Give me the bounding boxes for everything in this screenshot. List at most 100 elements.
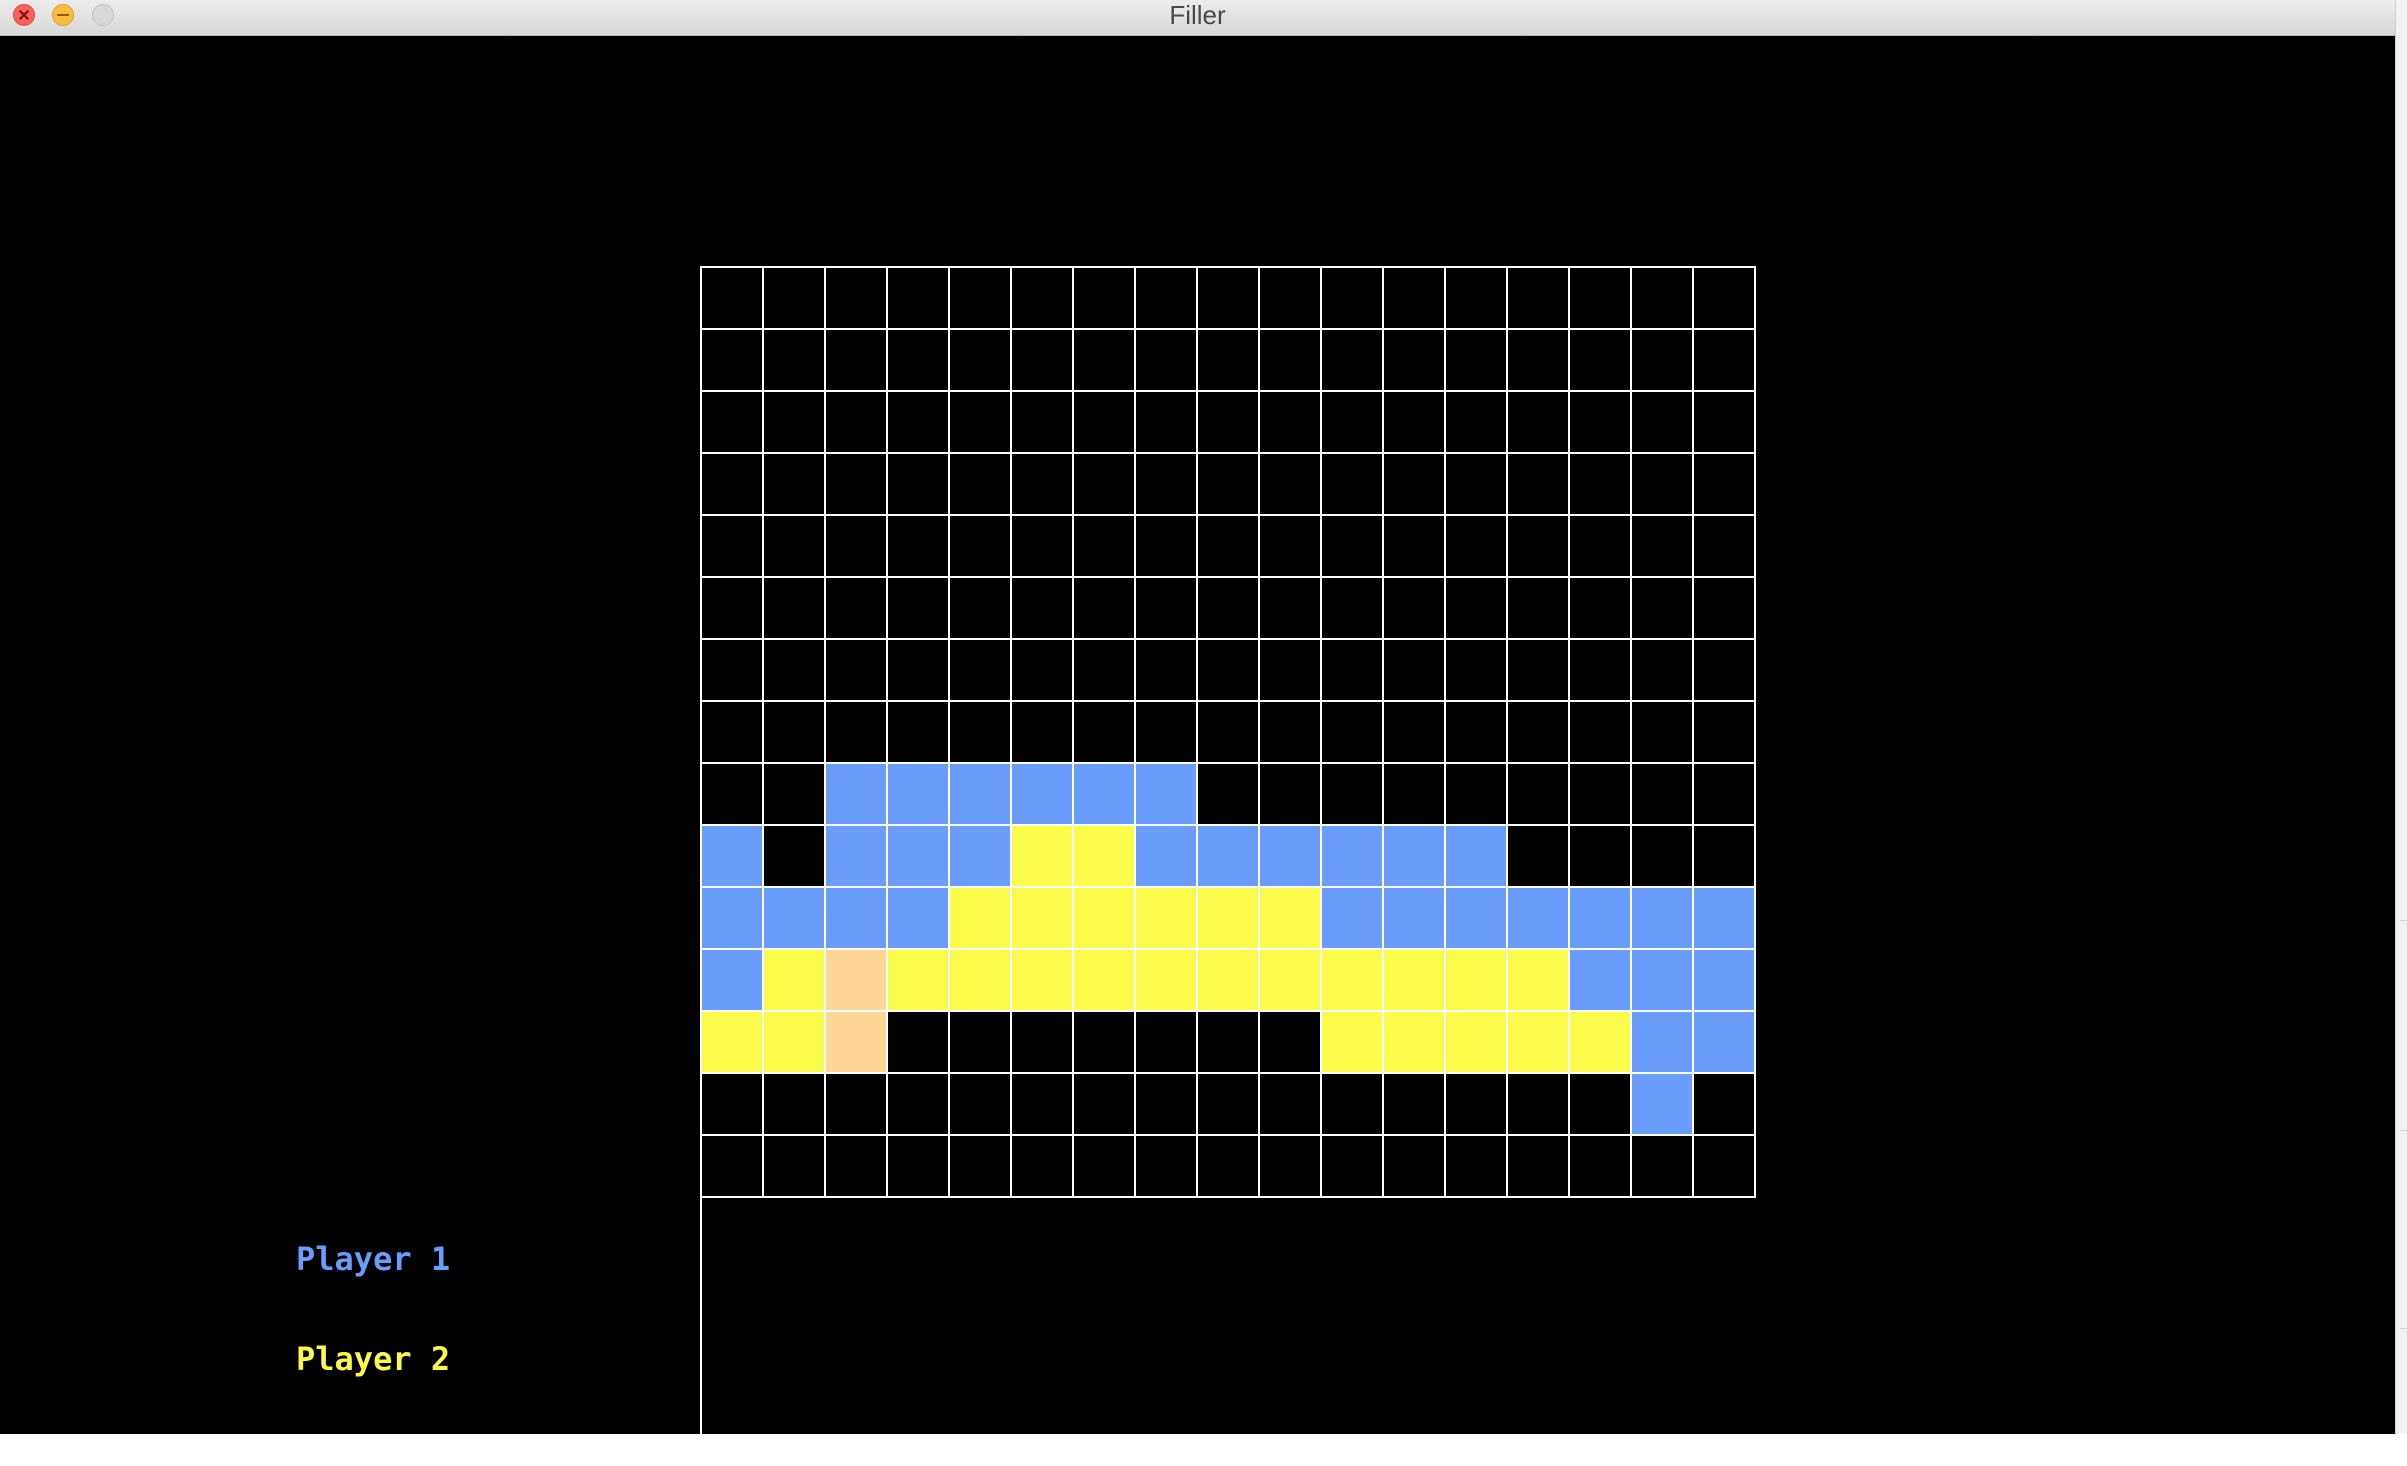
right-window-edge <box>2395 0 2407 1434</box>
cell-empty <box>1012 516 1074 578</box>
cell-empty <box>1012 1012 1074 1074</box>
cell-player1 <box>1322 888 1384 950</box>
cell-player1 <box>888 764 950 826</box>
cell-empty <box>1632 1136 1694 1198</box>
cell-player1 <box>1322 826 1384 888</box>
cell-empty <box>764 516 826 578</box>
cell-empty <box>1694 578 1756 640</box>
cell-empty <box>702 702 764 764</box>
cell-empty <box>1446 516 1508 578</box>
cell-empty <box>950 640 1012 702</box>
cell-player2 <box>1198 950 1260 1012</box>
cell-empty <box>1322 392 1384 454</box>
cell-empty <box>1322 578 1384 640</box>
cell-empty <box>1012 702 1074 764</box>
cell-empty <box>826 516 888 578</box>
cell-empty <box>1322 764 1384 826</box>
cell-empty <box>888 578 950 640</box>
cell-empty <box>1198 702 1260 764</box>
cell-empty <box>1694 640 1756 702</box>
cell-empty <box>1446 764 1508 826</box>
cell-empty <box>1570 516 1632 578</box>
cell-empty <box>1632 702 1694 764</box>
cell-player1 <box>1074 764 1136 826</box>
cell-empty <box>1136 1136 1198 1198</box>
cell-player1 <box>702 950 764 1012</box>
cell-player1 <box>702 888 764 950</box>
cell-empty <box>1012 1136 1074 1198</box>
cell-empty <box>1632 640 1694 702</box>
cell-empty <box>1012 578 1074 640</box>
cell-empty <box>1694 1074 1756 1136</box>
cell-player1 <box>1446 826 1508 888</box>
cell-empty <box>1508 330 1570 392</box>
cell-empty <box>764 578 826 640</box>
cell-empty <box>888 1074 950 1136</box>
cell-player2 <box>1508 1012 1570 1074</box>
cell-empty <box>764 454 826 516</box>
cell-empty <box>1260 764 1322 826</box>
cell-empty <box>1260 454 1322 516</box>
cell-empty <box>1260 640 1322 702</box>
cell-empty <box>1136 702 1198 764</box>
cell-empty <box>1384 454 1446 516</box>
cell-empty <box>1570 826 1632 888</box>
cell-empty <box>1260 516 1322 578</box>
cell-empty <box>1508 764 1570 826</box>
cell-empty <box>1322 1136 1384 1198</box>
cell-empty <box>1384 578 1446 640</box>
cell-player2 <box>1074 888 1136 950</box>
cell-empty <box>1074 454 1136 516</box>
player-1-label: Player 1 <box>296 1240 451 1278</box>
cell-empty <box>1508 702 1570 764</box>
cell-empty <box>1508 516 1570 578</box>
cell-empty <box>1384 640 1446 702</box>
cell-empty <box>1260 1074 1322 1136</box>
cell-player2 <box>1012 950 1074 1012</box>
cell-empty <box>1136 330 1198 392</box>
cell-player2 <box>1446 950 1508 1012</box>
cell-empty <box>1632 578 1694 640</box>
cell-empty <box>826 1074 888 1136</box>
cell-player1 <box>950 826 1012 888</box>
cell-empty <box>1074 1012 1136 1074</box>
cell-empty <box>1508 1074 1570 1136</box>
cell-empty <box>1322 702 1384 764</box>
cell-empty <box>1260 330 1322 392</box>
cell-empty <box>702 764 764 826</box>
cell-player2 <box>1136 888 1198 950</box>
cell-player1 <box>1570 888 1632 950</box>
cell-empty <box>1508 640 1570 702</box>
cell-empty <box>826 578 888 640</box>
title-bar: Filler <box>0 0 2395 36</box>
cell-player1 <box>826 888 888 950</box>
cell-empty <box>1446 454 1508 516</box>
edge-tick <box>2400 920 2407 921</box>
cell-empty <box>1570 702 1632 764</box>
cell-empty <box>764 1136 826 1198</box>
cell-player1 <box>826 764 888 826</box>
cell-empty <box>1632 764 1694 826</box>
cell-player1 <box>888 888 950 950</box>
window-title: Filler <box>1169 0 1226 30</box>
cell-empty <box>764 702 826 764</box>
cell-empty <box>1384 1136 1446 1198</box>
cell-empty <box>1074 268 1136 330</box>
cell-empty <box>1632 392 1694 454</box>
cell-empty <box>1074 578 1136 640</box>
cell-empty <box>1074 1136 1136 1198</box>
cell-empty <box>1198 640 1260 702</box>
cell-empty <box>1694 330 1756 392</box>
cell-player2 <box>1570 1012 1632 1074</box>
cell-player2 <box>1074 950 1136 1012</box>
cell-player2 <box>1508 950 1570 1012</box>
cell-empty <box>950 1074 1012 1136</box>
cell-player1 <box>702 826 764 888</box>
edge-tick <box>2400 1328 2407 1329</box>
cell-empty <box>1632 454 1694 516</box>
cell-empty <box>888 392 950 454</box>
cell-empty <box>1136 392 1198 454</box>
cell-empty <box>1260 578 1322 640</box>
cell-player1 <box>1632 950 1694 1012</box>
cell-empty <box>1136 1012 1198 1074</box>
